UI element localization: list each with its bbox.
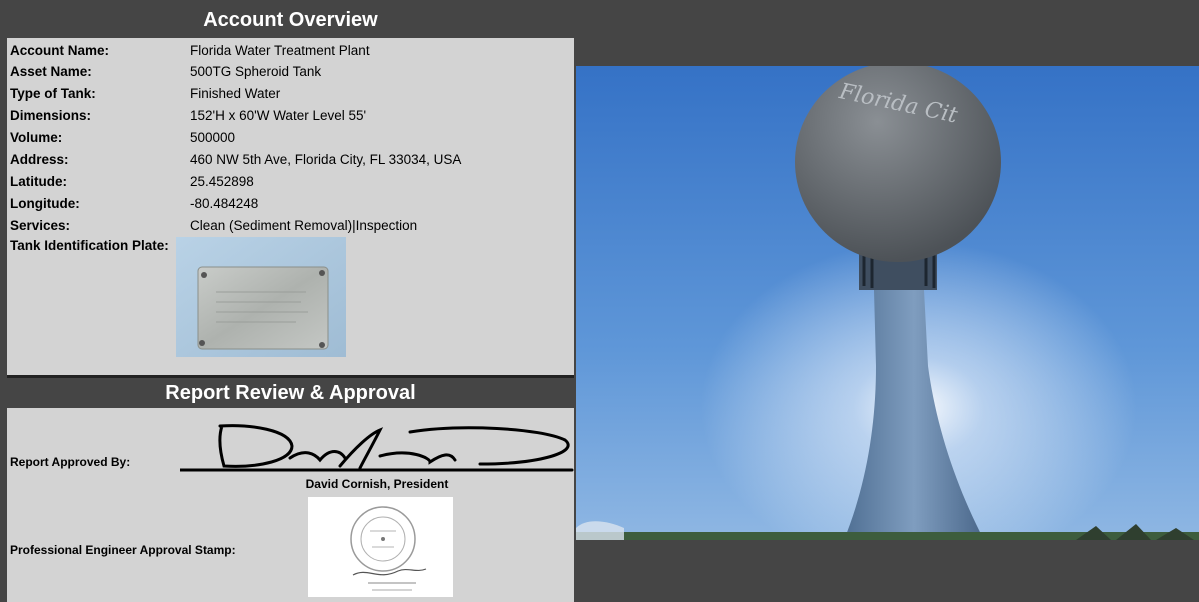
detail-label: Asset Name: (10, 63, 92, 79)
detail-row: Services: Clean (Sediment Removal)|Inspec… (10, 215, 570, 235)
detail-label: Longitude: (10, 195, 80, 211)
detail-label: Dimensions: (10, 107, 92, 123)
stamp-label: Professional Engineer Approval Stamp: (10, 543, 236, 557)
detail-row: Address: 460 NW 5th Ave, Florida City, FL… (10, 149, 570, 169)
detail-value: Finished Water (190, 85, 281, 101)
water-tank-photo: Florida Cit (576, 66, 1199, 540)
report-approval-header: Report Review & Approval (7, 378, 574, 408)
detail-value: Florida Water Treatment Plant (190, 42, 370, 58)
approver-name: David Cornish, President (305, 477, 449, 491)
detail-value: 152'H x 60'W Water Level 55' (190, 107, 367, 123)
detail-row: Volume: 500000 (10, 127, 570, 147)
detail-value: -80.484248 (190, 195, 259, 211)
detail-value: 500000 (190, 129, 236, 145)
engineer-approval-stamp-image (308, 497, 453, 597)
detail-row: Latitude: 25.452898 (10, 171, 570, 191)
account-overview-header: Account Overview (7, 6, 574, 35)
detail-label: Type of Tank: (10, 85, 96, 101)
detail-value: Clean (Sediment Removal)|Inspection (190, 217, 418, 233)
detail-label: Services: (10, 217, 71, 233)
detail-row: Longitude: -80.484248 (10, 193, 570, 213)
detail-value: 500TG Spheroid Tank (190, 63, 322, 79)
tank-identification-plate-image (176, 237, 346, 357)
detail-label: Account Name: (10, 42, 110, 58)
detail-label: Latitude: (10, 173, 67, 189)
detail-row: Type of Tank: Finished Water (10, 83, 570, 103)
detail-row: Asset Name: 500TG Spheroid Tank (10, 61, 570, 81)
approved-by-label: Report Approved By: (10, 455, 131, 469)
left-column: Account Overview Account Name: Florida Wa… (0, 0, 576, 602)
detail-label: Volume: (10, 129, 63, 145)
signature-image (178, 418, 574, 482)
detail-label: Address: (10, 151, 69, 167)
detail-row: Account Name: Florida Water Treatment Pla… (10, 40, 570, 60)
detail-value: 25.452898 (190, 173, 254, 189)
detail-value: 460 NW 5th Ave, Florida City, FL 33034, … (190, 151, 462, 167)
plate-label: Tank Identification Plate: (10, 237, 169, 253)
detail-row: Dimensions: 152'H x 60'W Water Level 55' (10, 105, 570, 125)
